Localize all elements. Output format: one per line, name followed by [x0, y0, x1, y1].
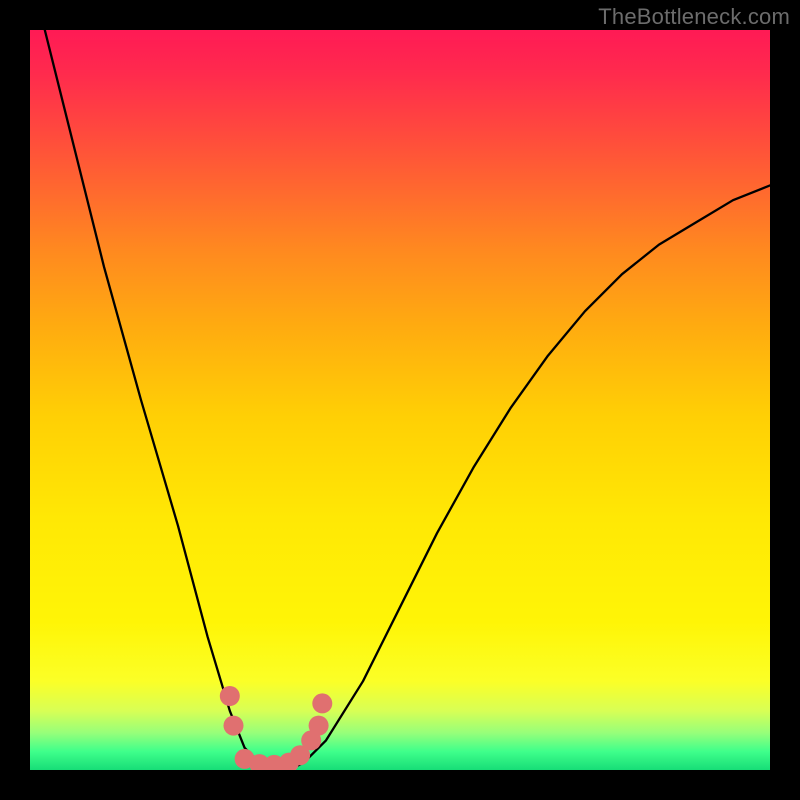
plot-area	[30, 30, 770, 770]
curve-svg	[30, 30, 770, 770]
watermark-text: TheBottleneck.com	[598, 4, 790, 30]
marker-dot	[224, 716, 244, 736]
marker-dot	[309, 716, 329, 736]
bottleneck-curve-line	[45, 30, 770, 770]
chart-frame: TheBottleneck.com	[0, 0, 800, 800]
marker-dot	[220, 686, 240, 706]
curve-path-group	[45, 30, 770, 770]
marker-dots-group	[220, 686, 332, 770]
marker-dot	[312, 693, 332, 713]
